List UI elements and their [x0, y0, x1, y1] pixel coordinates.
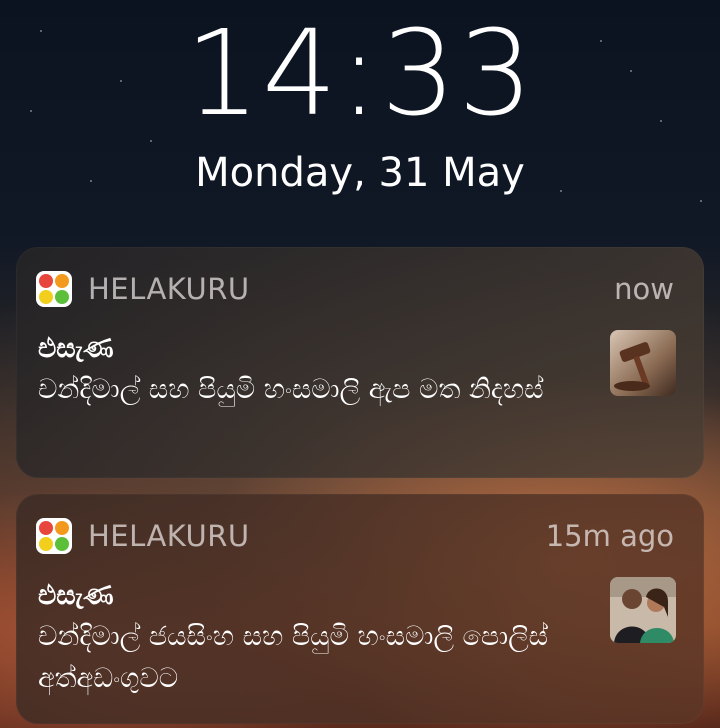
notification-app-name: HELAKURU: [88, 272, 250, 306]
lockscreen-date: Monday, 31 May: [195, 150, 525, 196]
helakuru-app-icon: [36, 518, 72, 554]
notification-app-name: HELAKURU: [88, 519, 250, 553]
people-photo-icon: [610, 577, 676, 643]
notification-card[interactable]: HELAKURU now එසැණ චන්දිමාල් සහ පියුමි හං…: [16, 247, 704, 478]
notification-time: 15m ago: [545, 519, 674, 553]
helakuru-app-icon: [36, 271, 72, 307]
gavel-image-icon: [610, 330, 676, 396]
notification-body: චන්දිමාල් සහ පියුමි හංසමාලි ඇප මත නිදහස්: [38, 374, 544, 405]
notification-title: එසැණ: [38, 580, 114, 611]
lockscreen-clock: 14:33: [184, 4, 536, 142]
notification-title: එසැණ: [38, 333, 114, 364]
notification-body: චන්දිමාල් ජයසිංහ සහ පියුමි හංසමාලි පොලිස…: [38, 621, 549, 694]
notification-card[interactable]: HELAKURU 15m ago එසැණ චන්දිමාල් ජයසිංහ ස…: [16, 494, 704, 724]
notification-time: now: [614, 272, 674, 306]
